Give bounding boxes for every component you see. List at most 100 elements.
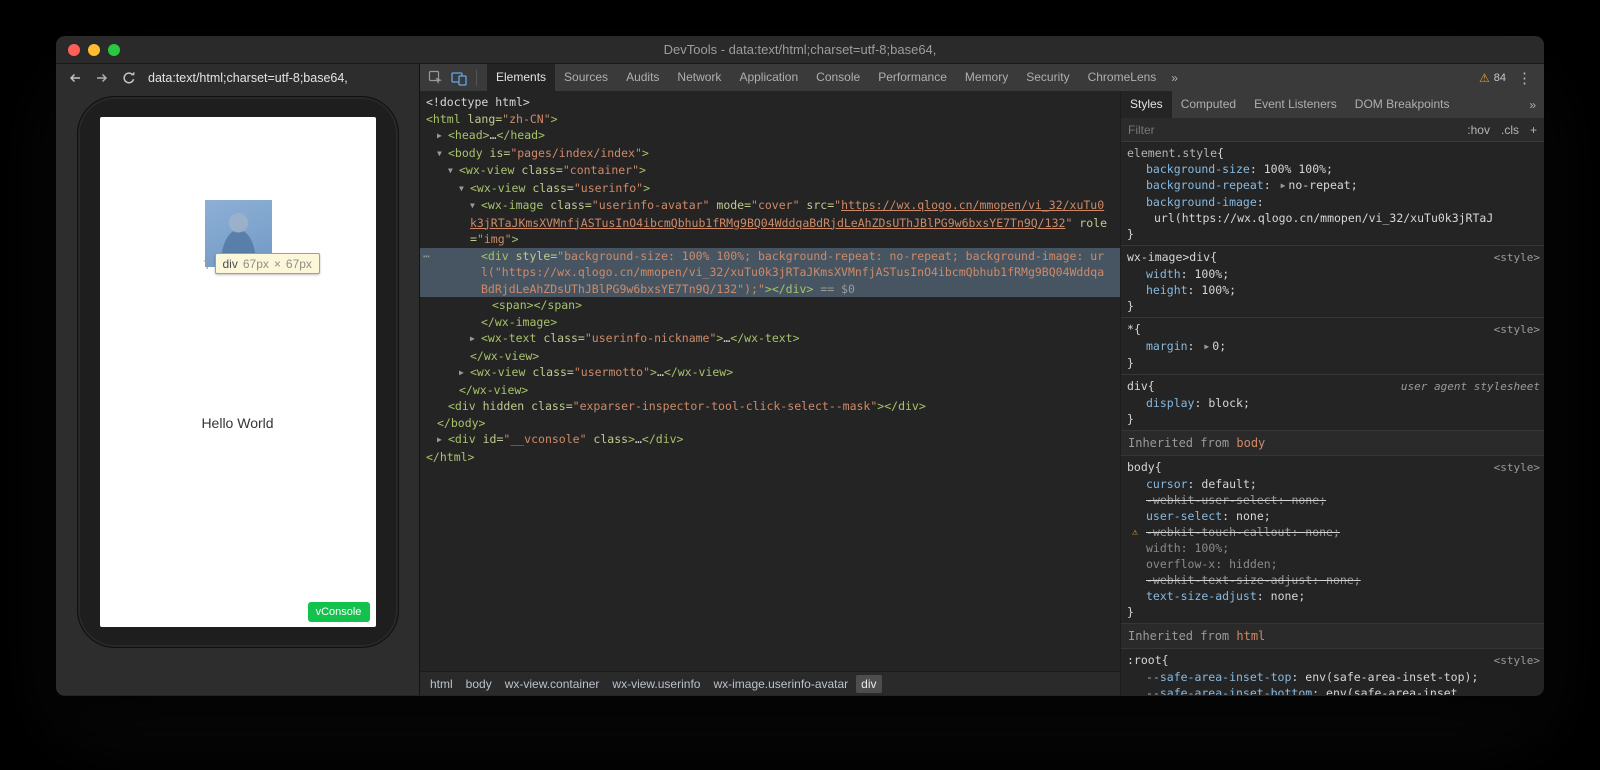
- css-property-value[interactable]: default: [1201, 477, 1249, 491]
- expand-shorthand-icon[interactable]: ▶: [1204, 342, 1209, 351]
- css-property-name[interactable]: cursor: [1146, 477, 1188, 491]
- tab-network[interactable]: Network: [668, 64, 730, 91]
- css-url-link[interactable]: url(https://wx.qlogo.cn/mmopen/vi_32/xuT…: [1154, 211, 1493, 225]
- dom-node-line[interactable]: </html>: [420, 449, 1120, 466]
- pseudo-state-toggle[interactable]: :hov: [1467, 123, 1490, 137]
- element-class-toggle[interactable]: .cls: [1501, 123, 1519, 137]
- breadcrumb-item-html[interactable]: html: [425, 675, 458, 693]
- dom-node-line[interactable]: ▼<wx-view class="userinfo">: [420, 180, 1120, 198]
- css-property-name[interactable]: -webkit-touch-callout: [1146, 525, 1291, 539]
- css-selector[interactable]: element.style: [1127, 145, 1217, 161]
- css-property-name[interactable]: width: [1146, 267, 1181, 281]
- inherited-node-link[interactable]: html: [1236, 629, 1265, 643]
- dom-node-line[interactable]: </wx-image>: [420, 314, 1120, 331]
- dom-node-line[interactable]: </wx-view>: [420, 382, 1120, 399]
- breadcrumb-item-body[interactable]: body: [461, 675, 497, 693]
- css-declaration[interactable]: --safe-area-inset-bottom: env(safe-area-…: [1127, 685, 1540, 695]
- sidebar-tab-event-listeners[interactable]: Event Listeners: [1245, 91, 1346, 118]
- dom-node-line[interactable]: </wx-view>: [420, 348, 1120, 365]
- breadcrumb-item-div[interactable]: div: [856, 675, 881, 693]
- css-declaration[interactable]: --safe-area-inset-top: env(safe-area-ins…: [1127, 669, 1540, 685]
- css-property-value[interactable]: none: [1305, 525, 1333, 539]
- css-declaration[interactable]: width: 100%;: [1127, 540, 1540, 556]
- css-property-value[interactable]: block: [1208, 396, 1243, 410]
- expand-arrow-icon[interactable]: ▶: [459, 365, 470, 382]
- collapse-arrow-icon[interactable]: ▼: [448, 163, 459, 180]
- css-property-value[interactable]: none: [1326, 573, 1354, 587]
- tab-application[interactable]: Application: [730, 64, 807, 91]
- tab-elements[interactable]: Elements: [487, 64, 555, 91]
- tab-performance[interactable]: Performance: [869, 64, 956, 91]
- stylesheet-origin-link[interactable]: <style>: [1486, 653, 1540, 669]
- breadcrumb-item-wx-view-userinfo[interactable]: wx-view.userinfo: [607, 675, 705, 693]
- css-declaration[interactable]: background-repeat: ▶no-repeat;: [1127, 177, 1540, 194]
- dom-node-line[interactable]: ▼<body is="pages/index/index">: [420, 145, 1120, 163]
- device-toolbar-icon[interactable]: [451, 70, 467, 86]
- css-declaration[interactable]: text-size-adjust: none;: [1127, 588, 1540, 604]
- css-property-name[interactable]: -webkit-user-select: [1146, 493, 1278, 507]
- breadcrumb-item-wx-image-userinfo-avatar[interactable]: wx-image.userinfo-avatar: [708, 675, 853, 693]
- dom-node-line[interactable]: <span></span>: [420, 297, 1120, 314]
- css-property-name[interactable]: display: [1146, 396, 1194, 410]
- dom-node-line[interactable]: </body>: [420, 415, 1120, 432]
- css-property-name[interactable]: height: [1146, 283, 1188, 297]
- tab-console[interactable]: Console: [807, 64, 869, 91]
- zoom-window-button[interactable]: [108, 44, 120, 56]
- dom-node-line[interactable]: ▶<div id="__vconsole" class>…</div>: [420, 431, 1120, 449]
- tab-sources[interactable]: Sources: [555, 64, 617, 91]
- css-property-name[interactable]: --safe-area-inset-top: [1146, 670, 1291, 684]
- collapse-arrow-icon[interactable]: ▼: [459, 181, 470, 198]
- tab-chromelens[interactable]: ChromeLens: [1079, 64, 1166, 91]
- css-property-value[interactable]: no-repeat: [1288, 178, 1350, 192]
- forward-icon[interactable]: [94, 70, 110, 86]
- dom-node-line[interactable]: ▼<wx-view class="container">: [420, 162, 1120, 180]
- css-property-value[interactable]: 100% 100%: [1264, 162, 1326, 176]
- inherited-node-link[interactable]: body: [1236, 436, 1265, 450]
- css-property-name[interactable]: background-repeat: [1146, 178, 1264, 192]
- expand-arrow-icon[interactable]: ▶: [437, 128, 448, 145]
- css-property-name[interactable]: background-image: [1146, 195, 1257, 209]
- sidebar-tab-dom-breakpoints[interactable]: DOM Breakpoints: [1346, 91, 1459, 118]
- css-property-value[interactable]: env(safe-area-inset: [1326, 686, 1458, 695]
- dom-node-line[interactable]: ▼<wx-image class="userinfo-avatar" mode=…: [420, 197, 1120, 248]
- css-declaration[interactable]: -webkit-user-select: none;: [1127, 492, 1540, 508]
- styles-more-tabs-chevron[interactable]: »: [1523, 98, 1544, 112]
- vconsole-button[interactable]: vConsole: [308, 602, 370, 622]
- dom-node-line[interactable]: <html lang="zh-CN">: [420, 111, 1120, 128]
- dom-node-line[interactable]: <!doctype html>: [420, 94, 1120, 111]
- more-tabs-chevron[interactable]: »: [1165, 71, 1184, 85]
- css-selector[interactable]: div: [1127, 378, 1148, 394]
- css-property-name[interactable]: --safe-area-inset-bottom: [1146, 686, 1312, 695]
- close-window-button[interactable]: [68, 44, 80, 56]
- dom-node-line[interactable]: ▶<wx-view class="usermotto">…</wx-view>: [420, 364, 1120, 382]
- css-declaration[interactable]: ⚠-webkit-touch-callout: none;: [1127, 524, 1540, 540]
- minimize-window-button[interactable]: [88, 44, 100, 56]
- back-icon[interactable]: [67, 70, 83, 86]
- reload-icon[interactable]: [121, 70, 137, 86]
- css-selector[interactable]: body: [1127, 459, 1155, 475]
- collapse-arrow-icon[interactable]: ▼: [470, 198, 481, 215]
- css-property-value[interactable]: 100%: [1195, 267, 1223, 281]
- css-property-value[interactable]: none: [1236, 509, 1264, 523]
- css-declaration[interactable]: width: 100%;: [1127, 266, 1540, 282]
- css-declaration[interactable]: overflow-x: hidden;: [1127, 556, 1540, 572]
- css-selector[interactable]: wx-image>div: [1127, 249, 1210, 265]
- css-property-value[interactable]: env(safe-area-inset-top): [1305, 670, 1471, 684]
- css-declaration[interactable]: background-size: 100% 100%;: [1127, 161, 1540, 177]
- tab-audits[interactable]: Audits: [617, 64, 668, 91]
- window-titlebar[interactable]: DevTools - data:text/html;charset=utf-8;…: [56, 36, 1544, 64]
- styles-filter-input[interactable]: Filter: [1128, 123, 1467, 137]
- expand-arrow-icon[interactable]: ▶: [470, 331, 481, 348]
- devtools-menu-icon[interactable]: ⋮: [1515, 69, 1534, 87]
- css-property-name[interactable]: text-size-adjust: [1146, 589, 1257, 603]
- css-property-value[interactable]: 100%: [1195, 541, 1223, 555]
- sidebar-tab-computed[interactable]: Computed: [1172, 91, 1245, 118]
- css-property-name[interactable]: margin: [1146, 339, 1188, 353]
- collapse-arrow-icon[interactable]: ▼: [437, 146, 448, 163]
- css-selector[interactable]: :root: [1127, 652, 1162, 668]
- tab-memory[interactable]: Memory: [956, 64, 1017, 91]
- new-style-rule-button[interactable]: +: [1530, 123, 1537, 137]
- dom-node-line[interactable]: ▶<wx-text class="userinfo-nickname">…</w…: [420, 330, 1120, 348]
- stylesheet-origin-link[interactable]: <style>: [1486, 250, 1540, 266]
- css-property-name[interactable]: -webkit-text-size-adjust: [1146, 573, 1312, 587]
